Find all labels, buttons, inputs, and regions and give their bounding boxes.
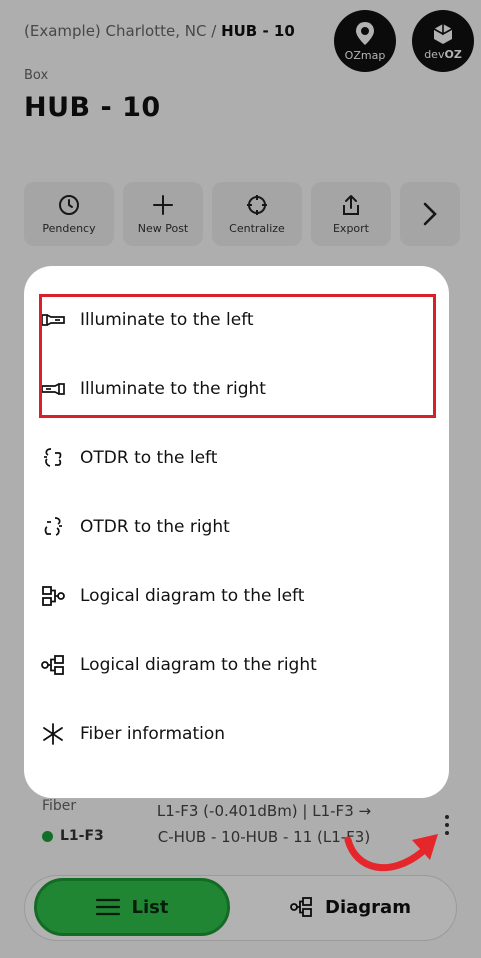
highlight-box [39, 294, 436, 418]
annotation-arrow-icon [344, 834, 438, 872]
menu-item-label: OTDR to the left [80, 448, 218, 468]
menu-item-logical-diagram-right[interactable]: Logical diagram to the right [40, 645, 400, 685]
diagram-right-icon [40, 652, 66, 678]
menu-item-label: OTDR to the right [80, 517, 230, 537]
menu-item-logical-diagram-left[interactable]: Logical diagram to the left [40, 576, 400, 616]
menu-item-label: Fiber information [80, 724, 226, 744]
menu-item-label: Logical diagram to the left [80, 586, 305, 606]
diagram-left-icon [40, 583, 66, 609]
otdr-right-icon [40, 514, 66, 540]
otdr-left-icon [40, 445, 66, 471]
menu-item-otdr-left[interactable]: OTDR to the left [40, 438, 400, 478]
menu-item-otdr-right[interactable]: OTDR to the right [40, 507, 400, 547]
asterisk-icon [40, 721, 66, 747]
menu-item-label: Logical diagram to the right [80, 655, 317, 675]
menu-item-fiber-information[interactable]: Fiber information [40, 714, 400, 754]
